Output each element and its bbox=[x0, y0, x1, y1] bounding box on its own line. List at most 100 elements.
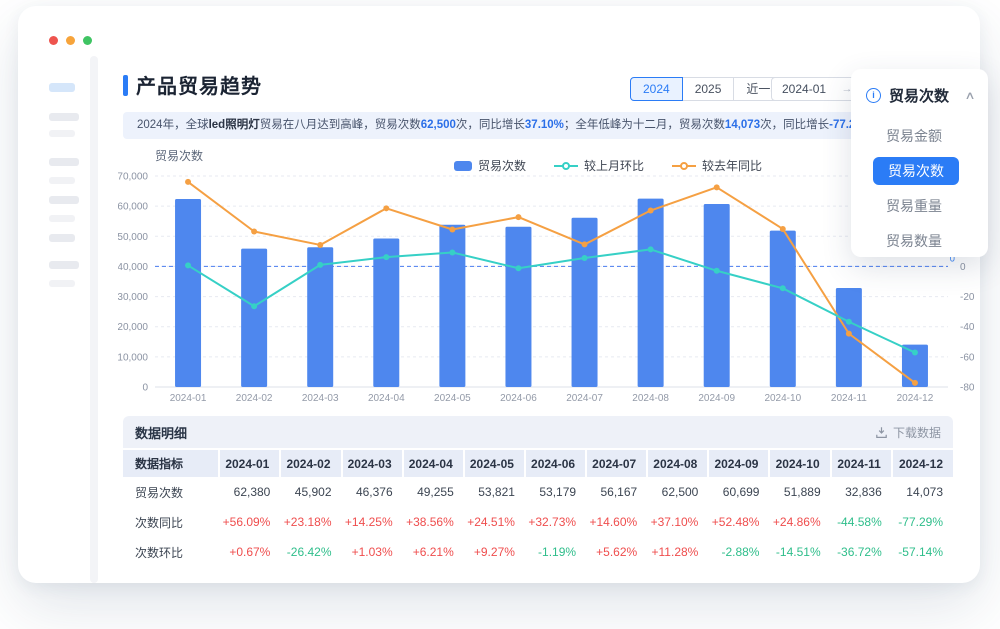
bar-2024-02[interactable] bbox=[241, 249, 267, 387]
summary-segment: led照明灯 bbox=[209, 119, 260, 131]
content-scrollbar[interactable] bbox=[90, 56, 98, 583]
table-cell: -44.58% bbox=[831, 507, 892, 537]
sidebar-item[interactable] bbox=[49, 196, 79, 204]
left-axis-tick: 10,000 bbox=[118, 352, 148, 363]
metric-option-贸易次数[interactable]: 贸易次数 bbox=[851, 153, 988, 188]
range-start: 2024-01 bbox=[782, 82, 826, 96]
point-较上月环比-2024-01[interactable] bbox=[185, 262, 191, 268]
point-较上月环比-2024-05[interactable] bbox=[449, 249, 455, 255]
table-header-cell: 数据指标 bbox=[123, 450, 219, 477]
point-较上月环比-2024-07[interactable] bbox=[582, 255, 588, 261]
table-header-cell: 2024-03 bbox=[342, 450, 403, 477]
bar-2024-06[interactable] bbox=[505, 227, 531, 387]
selected-metric-label: 贸易次数 bbox=[889, 85, 949, 106]
table-cell: +11.28% bbox=[647, 537, 708, 567]
point-较上月环比-2024-02[interactable] bbox=[251, 303, 257, 309]
point-较上月环比-2024-04[interactable] bbox=[383, 254, 389, 260]
point-较去年同比-2024-01[interactable] bbox=[185, 179, 191, 185]
metric-option-贸易数量[interactable]: 贸易数量 bbox=[851, 223, 988, 258]
table-cell: 14,073 bbox=[892, 477, 953, 507]
bar-2024-11[interactable] bbox=[836, 288, 862, 387]
table-row-贸易次数: 贸易次数62,38045,90246,37649,25553,82153,179… bbox=[123, 477, 953, 507]
point-较去年同比-2024-02[interactable] bbox=[251, 228, 257, 234]
table-cell: +52.48% bbox=[708, 507, 769, 537]
point-较上月环比-2024-11[interactable] bbox=[846, 319, 852, 325]
minimize-window-icon[interactable] bbox=[66, 36, 75, 45]
table-cell: 62,380 bbox=[219, 477, 280, 507]
table-cell: 51,889 bbox=[769, 477, 830, 507]
point-较去年同比-2024-07[interactable] bbox=[582, 241, 588, 247]
row-label: 贸易次数 bbox=[123, 477, 219, 507]
point-较上月环比-2024-12[interactable] bbox=[912, 350, 918, 356]
table-cell: -26.42% bbox=[280, 537, 341, 567]
point-较去年同比-2024-06[interactable] bbox=[515, 214, 521, 220]
bar-2024-03[interactable] bbox=[307, 247, 333, 387]
summary-segment: 14,073 bbox=[725, 119, 760, 131]
metric-dropdown-trigger[interactable]: i 贸易次数 ∧ bbox=[851, 69, 988, 106]
sidebar-item[interactable] bbox=[49, 158, 79, 166]
point-较上月环比-2024-10[interactable] bbox=[780, 285, 786, 291]
sidebar-item[interactable] bbox=[49, 280, 75, 287]
point-较去年同比-2024-12[interactable] bbox=[912, 380, 918, 386]
table-header-cell: 2024-09 bbox=[708, 450, 769, 477]
bar-2024-05[interactable] bbox=[439, 225, 465, 387]
sidebar-item[interactable] bbox=[49, 113, 79, 121]
chevron-up-icon[interactable]: ∧ bbox=[964, 89, 975, 102]
point-较去年同比-2024-11[interactable] bbox=[846, 331, 852, 337]
table-cell: +38.56% bbox=[403, 507, 464, 537]
x-axis-tick: 2024-12 bbox=[897, 393, 934, 404]
sidebar-item[interactable] bbox=[49, 234, 75, 242]
sidebar-item[interactable] bbox=[49, 177, 75, 184]
sidebar-item[interactable] bbox=[49, 215, 75, 222]
sidebar-item-active[interactable] bbox=[49, 83, 75, 92]
table-cell: +32.73% bbox=[525, 507, 586, 537]
table-cell: +14.60% bbox=[586, 507, 647, 537]
point-较去年同比-2024-04[interactable] bbox=[383, 205, 389, 211]
x-axis-tick: 2024-01 bbox=[170, 393, 207, 404]
point-较去年同比-2024-05[interactable] bbox=[449, 226, 455, 232]
bar-2024-01[interactable] bbox=[175, 199, 201, 387]
table-cell: +1.03% bbox=[342, 537, 403, 567]
point-较去年同比-2024-03[interactable] bbox=[317, 242, 323, 248]
right-axis-tick: -60 bbox=[960, 352, 975, 363]
sidebar-item[interactable] bbox=[49, 130, 75, 137]
sidebar-item[interactable] bbox=[49, 261, 79, 269]
data-detail-section: 数据明细 下载数据 数据指标2024-012024-022024-032024-… bbox=[123, 416, 953, 567]
table-cell: 32,836 bbox=[831, 477, 892, 507]
table-cell: -77.29% bbox=[892, 507, 953, 537]
x-axis-tick: 2024-03 bbox=[302, 393, 339, 404]
bar-2024-09[interactable] bbox=[704, 204, 730, 387]
point-较上月环比-2024-03[interactable] bbox=[317, 262, 323, 268]
page-title: 产品贸易趋势 bbox=[136, 70, 262, 99]
x-axis-tick: 2024-08 bbox=[632, 393, 669, 404]
download-data-button[interactable]: 下载数据 bbox=[875, 424, 941, 441]
metric-option-贸易金额[interactable]: 贸易金额 bbox=[851, 118, 988, 153]
bar-2024-04[interactable] bbox=[373, 239, 399, 387]
point-较上月环比-2024-08[interactable] bbox=[648, 246, 654, 252]
table-cell: +14.25% bbox=[342, 507, 403, 537]
time-filter-2024[interactable]: 2024 bbox=[630, 77, 683, 101]
table-cell: 53,821 bbox=[464, 477, 525, 507]
point-较去年同比-2024-10[interactable] bbox=[780, 226, 786, 232]
table-header-cell: 2024-06 bbox=[525, 450, 586, 477]
x-axis-tick: 2024-05 bbox=[434, 393, 471, 404]
close-window-icon[interactable] bbox=[49, 36, 58, 45]
table-row-次数同比: 次数同比+56.09%+23.18%+14.25%+38.56%+24.51%+… bbox=[123, 507, 953, 537]
download-icon bbox=[875, 426, 888, 439]
table-cell: +9.27% bbox=[464, 537, 525, 567]
point-较去年同比-2024-08[interactable] bbox=[648, 208, 654, 214]
table-header-cell: 2024-05 bbox=[464, 450, 525, 477]
bar-2024-10[interactable] bbox=[770, 231, 796, 387]
table-cell: -1.19% bbox=[525, 537, 586, 567]
time-filter-2025[interactable]: 2025 bbox=[682, 77, 735, 101]
bar-2024-08[interactable] bbox=[638, 199, 664, 387]
table-row-次数环比: 次数环比+0.67%-26.42%+1.03%+6.21%+9.27%-1.19… bbox=[123, 537, 953, 567]
right-axis-tick: -80 bbox=[960, 383, 975, 394]
x-axis-tick: 2024-04 bbox=[368, 393, 405, 404]
point-较上月环比-2024-06[interactable] bbox=[515, 265, 521, 271]
table-cell: 49,255 bbox=[403, 477, 464, 507]
metric-option-贸易重量[interactable]: 贸易重量 bbox=[851, 188, 988, 223]
point-较上月环比-2024-09[interactable] bbox=[714, 268, 720, 274]
maximize-window-icon[interactable] bbox=[83, 36, 92, 45]
point-较去年同比-2024-09[interactable] bbox=[714, 184, 720, 190]
